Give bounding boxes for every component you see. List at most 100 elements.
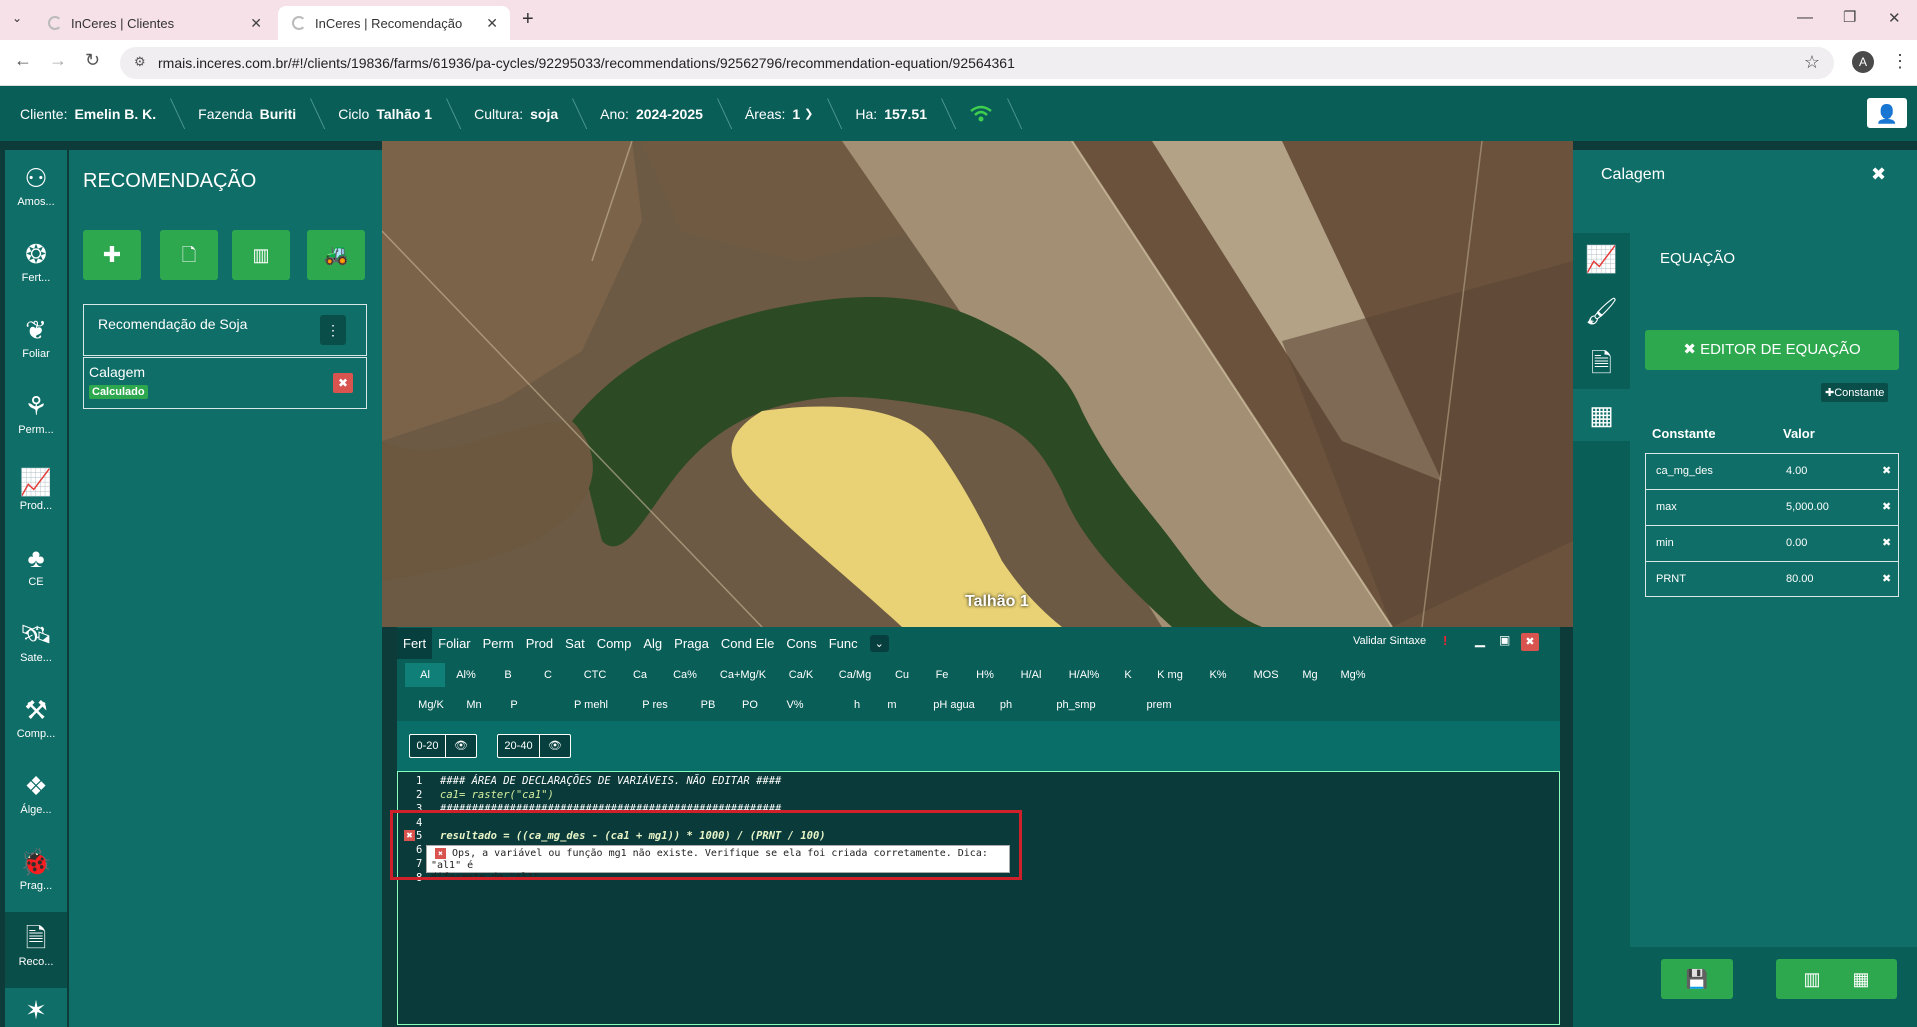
constant-value[interactable]: 4.00 <box>1786 465 1807 477</box>
rail-item-fertilidade[interactable]: ❂ Fert... <box>5 228 67 304</box>
constant-value[interactable]: 5,000.00 <box>1786 501 1829 513</box>
constant-row[interactable]: min 0.00 ✖ <box>1645 525 1899 561</box>
delete-constant-icon[interactable]: ✖ <box>1882 572 1891 585</box>
restore-window-icon[interactable]: ❐ <box>1843 8 1856 26</box>
var-button[interactable]: V% <box>779 693 811 717</box>
var-button[interactable]: H% <box>967 663 1003 687</box>
new-tab-icon[interactable]: + <box>522 8 534 31</box>
constant-row[interactable]: PRNT 80.00 ✖ <box>1645 561 1899 597</box>
var-button[interactable]: h <box>847 693 867 717</box>
menu-tab-func[interactable]: Func <box>829 636 858 651</box>
card-menu-icon[interactable]: ⋮ <box>320 315 346 345</box>
header-ano[interactable]: Ano: 2024-2025 <box>580 86 725 141</box>
code-line[interactable]: #### ÁREA DE DECLARAÇÕES DE VARIÁVEIS. N… <box>440 775 781 787</box>
menu-tab-praga[interactable]: Praga <box>674 636 709 651</box>
var-button[interactable]: ph <box>993 693 1019 717</box>
menu-tab-prod[interactable]: Prod <box>526 636 553 651</box>
var-button[interactable]: ph_smp <box>1051 693 1101 717</box>
tab-report[interactable]: 🗎 <box>1573 337 1630 389</box>
reload-icon[interactable]: ↻ <box>85 50 100 71</box>
add-recommendation-button[interactable]: ✚ <box>83 230 141 280</box>
recommendation-card-header[interactable]: Recomendação de Soja ⋮ <box>83 304 367 356</box>
var-button[interactable]: B <box>493 663 523 687</box>
delete-constant-icon[interactable]: ✖ <box>1882 464 1891 477</box>
var-button[interactable]: Ca/Mg <box>831 663 879 687</box>
rail-item-foliar[interactable]: ❦ Foliar <box>5 304 67 380</box>
var-button[interactable]: H/Al <box>1011 663 1051 687</box>
depth-20-40[interactable]: 20-40 👁 <box>497 734 571 758</box>
calculate-button[interactable]: ▦ <box>1825 959 1897 999</box>
maximize-editor-icon[interactable]: ▣ <box>1499 633 1510 647</box>
constant-value[interactable]: 80.00 <box>1786 573 1814 585</box>
rail-item-permanente[interactable]: ⚘ Perm... <box>5 380 67 456</box>
forward-icon[interactable]: → <box>49 50 67 71</box>
var-button[interactable]: m <box>882 693 902 717</box>
rail-item-algebra[interactable]: ❖ Álge... <box>5 760 67 836</box>
tab-calculator[interactable]: ▦ <box>1573 389 1630 441</box>
close-panel-icon[interactable]: ✖ <box>1871 164 1886 185</box>
close-editor-icon[interactable]: ✖ <box>1521 633 1539 651</box>
rail-item-recomendacao[interactable]: 🗎 Reco... <box>5 912 67 988</box>
rail-item-amostragem[interactable]: ⚇ Amos... <box>5 152 67 228</box>
depth-0-20[interactable]: 0-20 👁 <box>409 734 477 758</box>
var-button[interactable]: Mg <box>1295 663 1325 687</box>
var-button[interactable]: K mg <box>1149 663 1191 687</box>
code-area[interactable]: 1 #### ÁREA DE DECLARAÇÕES DE VARIÁVEIS.… <box>390 771 1560 1025</box>
delete-item-icon[interactable]: ✖ <box>333 373 353 393</box>
rail-item-produtividade[interactable]: 📈 Prod... <box>5 456 67 532</box>
site-info-icon[interactable]: ⚙ <box>134 54 146 70</box>
var-button[interactable]: P mehl <box>567 693 615 717</box>
pdf-export-button[interactable]: 🗋 <box>160 230 218 280</box>
var-button[interactable]: Ca+Mg/K <box>713 663 773 687</box>
header-cultura[interactable]: Cultura: soja <box>454 86 580 141</box>
rail-item-satelite[interactable]: 🛰 Sate... <box>5 608 67 684</box>
user-account-button[interactable]: 👤 <box>1867 98 1907 128</box>
save-button[interactable]: 💾 <box>1661 959 1733 999</box>
header-cliente[interactable]: Cliente: Emelin B. K. <box>0 86 178 141</box>
menu-tab-sat[interactable]: Sat <box>565 636 585 651</box>
constant-value[interactable]: 0.00 <box>1786 537 1807 549</box>
validate-syntax-button[interactable]: Validar Sintaxe <box>1353 635 1426 647</box>
minimize-editor-icon[interactable]: ▁ <box>1475 632 1485 648</box>
delete-constant-icon[interactable]: ✖ <box>1882 536 1891 549</box>
rail-item-compactacao[interactable]: ⚒ Comp... <box>5 684 67 760</box>
machinery-button[interactable]: 🚜 <box>307 230 365 280</box>
header-areas[interactable]: Áreas: 1 ❯ <box>725 86 835 141</box>
var-button[interactable]: K <box>1115 663 1141 687</box>
var-button[interactable]: Ca <box>625 663 655 687</box>
bookmark-star-icon[interactable]: ☆ <box>1804 52 1820 73</box>
browser-tab-recomendacao[interactable]: InCeres | Recomendação ✕ <box>278 6 510 40</box>
var-button[interactable]: pH agua <box>929 693 979 717</box>
var-button[interactable]: P <box>501 693 527 717</box>
menu-tab-perm[interactable]: Perm <box>483 636 514 651</box>
map-view[interactable]: Talhão 1 <box>382 141 1573 627</box>
var-button[interactable]: P res <box>635 693 675 717</box>
menu-tab-foliar[interactable]: Foliar <box>438 636 471 651</box>
rail-item-more[interactable]: ✶ <box>5 988 67 1027</box>
profile-avatar[interactable]: A <box>1852 51 1874 73</box>
var-button[interactable]: K% <box>1201 663 1235 687</box>
close-window-icon[interactable]: ✕ <box>1888 9 1901 27</box>
more-menu-chevron-icon[interactable]: ⌄ <box>869 634 889 652</box>
close-tab-icon[interactable]: ✕ <box>250 15 262 32</box>
var-button[interactable]: Mn <box>459 693 489 717</box>
var-button[interactable]: Al% <box>447 663 485 687</box>
var-button[interactable]: Cu <box>887 663 917 687</box>
var-button[interactable]: MOS <box>1245 663 1287 687</box>
recommendation-item-calagem[interactable]: Calagem Calculado ✖ <box>83 357 367 409</box>
constant-row[interactable]: ca_mg_des 4.00 ✖ <box>1645 453 1899 489</box>
url-field[interactable]: ⚙ rmais.inceres.com.br/#!/clients/19836/… <box>120 47 1834 79</box>
eye-icon[interactable]: 👁 <box>540 735 570 757</box>
var-button[interactable]: Ca% <box>665 663 705 687</box>
browser-menu-icon[interactable]: ⋮ <box>1891 51 1909 72</box>
constant-row[interactable]: max 5,000.00 ✖ <box>1645 489 1899 525</box>
var-button[interactable]: PO <box>735 693 765 717</box>
menu-tab-cond-ele[interactable]: Cond Ele <box>721 636 774 651</box>
close-tab-icon[interactable]: ✕ <box>486 15 498 32</box>
back-icon[interactable]: ← <box>14 50 32 71</box>
tab-search-chevron-icon[interactable]: ⌄ <box>12 11 22 25</box>
var-button[interactable]: Mg% <box>1333 663 1373 687</box>
var-button[interactable]: H/Al% <box>1061 663 1107 687</box>
delete-constant-icon[interactable]: ✖ <box>1882 500 1891 513</box>
rail-item-ce[interactable]: ♣ CE <box>5 532 67 608</box>
